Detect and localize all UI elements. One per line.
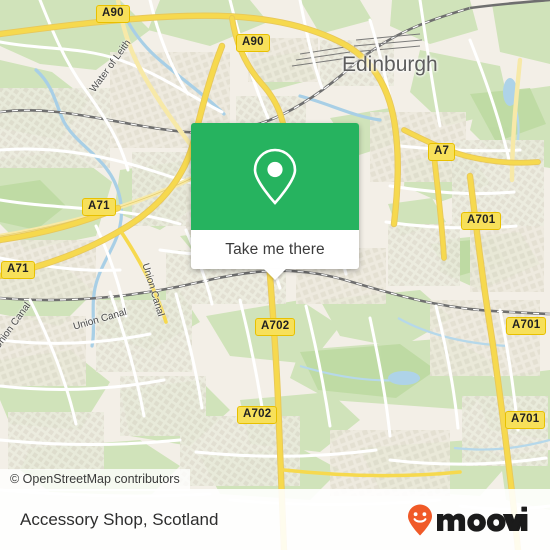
popup-card-pointer: [264, 269, 286, 280]
popup-card-footer[interactable]: Take me there: [191, 230, 359, 280]
road-shield-a701-upper[interactable]: A701: [461, 212, 502, 230]
moovit-vi: [502, 506, 527, 531]
road-shield-a90-mid[interactable]: A90: [236, 34, 270, 52]
moovit-pin-smiley-icon: [408, 504, 432, 535]
take-me-there-button[interactable]: Take me there: [225, 241, 325, 259]
road-shield-a7[interactable]: A7: [428, 143, 456, 161]
road-shield-a90-top[interactable]: A90: [96, 5, 130, 23]
location-popup-card[interactable]: Take me there: [191, 123, 359, 280]
map-attribution[interactable]: © OpenStreetMap contributors: [0, 469, 190, 491]
popup-card-header: [191, 123, 359, 230]
road-shield-a702-lower[interactable]: A702: [237, 406, 278, 424]
road-shield-a702-upper[interactable]: A702: [255, 318, 296, 336]
city-label-edinburgh: Edinburgh: [342, 53, 438, 76]
road-shield-a701-lower[interactable]: A701: [505, 411, 546, 429]
road-shield-a71-upper[interactable]: A71: [82, 198, 116, 216]
place-title: Accessory Shop, Scotland: [20, 509, 219, 529]
map-screenshot: A90 A90 A7 A71 A71 A701 A701 A701 A702 A…: [0, 0, 550, 550]
road-shield-a701-mid[interactable]: A701: [506, 317, 547, 335]
road-shield-a71-lower[interactable]: A71: [1, 261, 35, 279]
footer-bar: Accessory Shop, Scotland: [0, 489, 550, 550]
moovit-logo[interactable]: [406, 503, 528, 537]
map-pin-icon: [251, 147, 299, 207]
